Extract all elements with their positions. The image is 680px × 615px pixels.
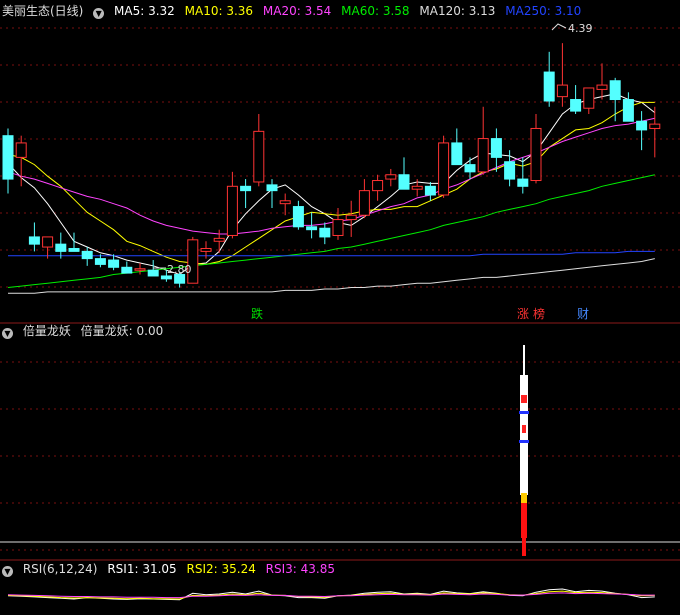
candle-body	[108, 259, 120, 268]
candle-body	[372, 180, 384, 192]
candle-body	[649, 123, 661, 129]
candle-body	[213, 237, 225, 242]
signal-bar-mark	[522, 425, 526, 433]
candle-body	[556, 84, 568, 98]
candle-body	[28, 236, 40, 245]
candle-body	[490, 138, 502, 158]
candle-body	[464, 164, 476, 173]
candle-body	[2, 135, 14, 180]
signal-bar-mark	[521, 395, 527, 403]
signal-bar-band	[519, 411, 529, 414]
candle-body	[596, 84, 608, 90]
candle-body	[622, 99, 634, 122]
candle-body	[438, 142, 450, 196]
candle-body	[358, 190, 370, 216]
candle-body	[94, 258, 106, 265]
candle-body	[187, 239, 199, 284]
candle-body	[55, 243, 67, 252]
high-price-label: 4.39	[568, 22, 593, 35]
candle-body	[160, 275, 172, 280]
candle-body	[543, 71, 555, 102]
candle-body	[319, 227, 331, 238]
candle-body	[68, 247, 80, 252]
candle-body	[451, 142, 463, 166]
signal-bar-segment	[521, 493, 527, 503]
candle-body	[200, 247, 212, 252]
candle-body	[240, 185, 252, 192]
candle-body	[226, 185, 238, 236]
signal-bar-segment	[521, 503, 527, 538]
candle-body	[385, 174, 397, 180]
signal-bar-band	[519, 440, 529, 443]
candle-body	[266, 184, 278, 192]
candle-body	[583, 87, 595, 109]
candle-body	[306, 226, 318, 231]
candle-body	[147, 269, 159, 277]
candle-body	[411, 185, 423, 190]
candle-body	[42, 236, 54, 248]
candle-body	[81, 250, 93, 260]
candle-body	[504, 161, 516, 180]
low-price-label: 2.80	[167, 263, 192, 276]
ma-line-ma10	[7, 101, 655, 265]
candle-body	[121, 266, 133, 274]
high-pointer	[551, 23, 567, 31]
candle-body	[345, 214, 357, 221]
candle-body	[134, 268, 146, 271]
candle-body	[636, 120, 648, 131]
candle-body	[332, 219, 344, 236]
candle-body	[15, 142, 27, 158]
candle-body	[530, 127, 542, 182]
candle-body	[292, 206, 304, 228]
candle-body	[477, 138, 489, 173]
candle-body	[609, 80, 621, 101]
stock-chart[interactable]: 4.39 2.80	[0, 0, 680, 615]
ma-line-ma5	[7, 93, 656, 276]
rsi-line-rsi2	[7, 590, 655, 600]
candle-body	[424, 185, 436, 196]
candle-body	[253, 130, 265, 183]
candle-body	[517, 178, 529, 187]
candle-body	[279, 200, 291, 205]
candle-body	[398, 174, 410, 190]
candle-body	[570, 99, 582, 112]
signal-bar-body	[520, 375, 528, 495]
signal-bar-segment	[522, 538, 526, 556]
